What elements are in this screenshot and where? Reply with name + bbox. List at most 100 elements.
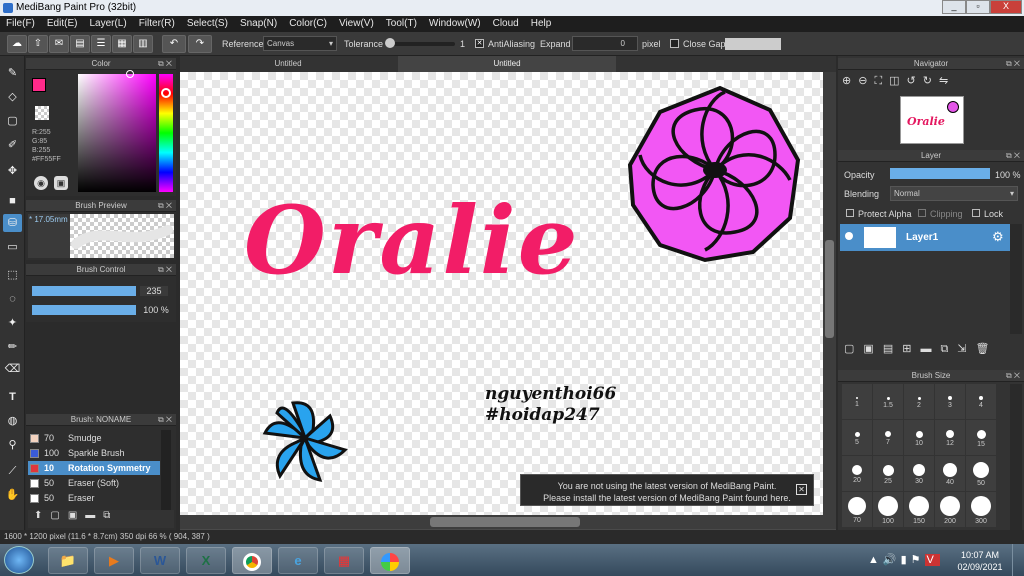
- layer-scrollbar[interactable]: [1010, 224, 1022, 334]
- tab-untitled-2[interactable]: Untitled: [398, 56, 616, 72]
- comment-icon[interactable]: ✉: [49, 35, 69, 53]
- zoom-out-icon[interactable]: ⊖: [858, 75, 874, 87]
- new-halftone-layer-icon[interactable]: ▣: [863, 343, 882, 355]
- add-brush-icon[interactable]: ⬆: [34, 510, 50, 521]
- reference-select[interactable]: Canvas ▾: [263, 36, 337, 51]
- brush-size-cell[interactable]: 7: [873, 420, 903, 455]
- palette-settings-icon[interactable]: ▣: [54, 176, 68, 190]
- brush-size-cell[interactable]: 2: [904, 384, 934, 419]
- brush-list-item[interactable]: 100 Sparkle Brush: [28, 446, 160, 460]
- brush-size-cell[interactable]: 12: [935, 420, 965, 455]
- sheet-icon[interactable]: ▥: [133, 35, 153, 53]
- ie-icon[interactable]: e: [278, 547, 318, 574]
- eye-icon[interactable]: [845, 232, 853, 240]
- brush-tool-icon[interactable]: ✎: [3, 64, 22, 82]
- tolerance-slider[interactable]: [385, 42, 455, 46]
- drawing-canvas[interactable]: Oralie nguyenthoi66 #hoidap247: [180, 72, 823, 515]
- menu-view[interactable]: View(V): [333, 16, 380, 32]
- brush-size-cell[interactable]: 40: [935, 456, 965, 491]
- rotate-left-icon[interactable]: ↺: [907, 75, 923, 87]
- brush-list-item[interactable]: 70 Smudge: [28, 431, 160, 445]
- protect-alpha-checkbox[interactable]: [846, 209, 854, 217]
- panel-close-icon[interactable]: ⧉ ✕: [158, 414, 172, 426]
- grid-icon[interactable]: ▦: [112, 35, 132, 53]
- tab-untitled-1[interactable]: Untitled: [180, 56, 396, 72]
- panel-close-icon[interactable]: ⧉ ✕: [158, 200, 172, 212]
- menu-file[interactable]: File(F): [0, 16, 41, 32]
- dropper-icon[interactable]: ⟋: [3, 462, 22, 480]
- text-tool-icon[interactable]: T: [3, 388, 22, 406]
- clock[interactable]: 10:07 AM 02/09/2021: [955, 549, 1005, 573]
- clipping-checkbox[interactable]: [918, 209, 926, 217]
- menu-cloud[interactable]: Cloud: [487, 16, 525, 32]
- eyedropper-icon[interactable]: ⚲: [3, 436, 22, 454]
- new-brush-icon[interactable]: ▢: [50, 510, 67, 521]
- start-button[interactable]: [4, 546, 34, 574]
- palette-icon[interactable]: ◉: [34, 176, 48, 190]
- minimize-button[interactable]: _: [942, 0, 966, 14]
- menu-tool[interactable]: Tool(T): [380, 16, 423, 32]
- menu-layer[interactable]: Layer(L): [83, 16, 132, 32]
- brush-size-cell[interactable]: 1: [842, 384, 872, 419]
- brush-list-scrollbar[interactable]: [161, 430, 171, 510]
- lasso-tool-icon[interactable]: ◌: [3, 290, 22, 308]
- brush-size-cell[interactable]: 4: [966, 384, 996, 419]
- merge-layer-icon[interactable]: ⇲: [957, 343, 975, 355]
- new-layer-icon[interactable]: ▢: [844, 343, 863, 355]
- menu-filter[interactable]: Filter(R): [133, 16, 181, 32]
- brush-list-item[interactable]: 50 Eraser: [28, 491, 160, 505]
- fill-rect-icon[interactable]: ■: [3, 192, 22, 210]
- menu-snap[interactable]: Snap(N): [234, 16, 283, 32]
- medibang-icon[interactable]: [370, 547, 410, 574]
- brush-size-slider[interactable]: [32, 286, 136, 296]
- network-icon[interactable]: ▮: [901, 554, 911, 566]
- document-icon[interactable]: ▤: [70, 35, 90, 53]
- brush-size-cell[interactable]: 70: [842, 492, 872, 527]
- select-pen-icon[interactable]: ✏: [3, 338, 22, 356]
- notice-close-icon[interactable]: ✕: [796, 484, 807, 495]
- upload-icon[interactable]: ⇧: [28, 35, 48, 53]
- transparent-color-swatch[interactable]: [35, 106, 49, 120]
- brush-size-cell[interactable]: 1.5: [873, 384, 903, 419]
- tolerance-slider-handle[interactable]: [385, 38, 395, 48]
- volume-icon[interactable]: 🔊: [883, 554, 901, 566]
- brush-size-cell[interactable]: 3: [935, 384, 965, 419]
- brush-size-cell[interactable]: 150: [904, 492, 934, 527]
- explorer-icon[interactable]: 📁: [48, 547, 88, 574]
- word-icon[interactable]: W: [140, 547, 180, 574]
- menu-help[interactable]: Help: [525, 16, 558, 32]
- vertical-scrollbar-thumb[interactable]: [825, 240, 834, 338]
- undo-icon[interactable]: ↶: [162, 35, 186, 53]
- layer-opacity-slider[interactable]: [890, 168, 990, 179]
- brush-size-cell[interactable]: 15: [966, 420, 996, 455]
- layer-row[interactable]: Layer1 ⚙: [840, 224, 1010, 251]
- saturation-value-picker[interactable]: [78, 74, 156, 192]
- brush-size-cell[interactable]: 10: [904, 420, 934, 455]
- panel-close-icon[interactable]: ⧉ ✕: [1006, 150, 1020, 162]
- flag-icon[interactable]: ⚑: [911, 554, 925, 566]
- horizontal-scrollbar-thumb[interactable]: [430, 517, 580, 527]
- brush-size-cell[interactable]: 5: [842, 420, 872, 455]
- maximize-button[interactable]: ▫: [966, 0, 990, 14]
- close-gaps-slider[interactable]: [725, 38, 781, 50]
- cloud-icon[interactable]: ☁: [7, 35, 27, 53]
- menu-edit[interactable]: Edit(E): [41, 16, 84, 32]
- menu-window[interactable]: Window(W): [423, 16, 487, 32]
- gradient-tool-icon[interactable]: ▭: [3, 238, 22, 256]
- magic-wand-icon[interactable]: ✦: [3, 314, 22, 332]
- excel-icon[interactable]: X: [186, 547, 226, 574]
- brush-opacity-slider[interactable]: [32, 305, 136, 315]
- eraser-tool-icon[interactable]: ◇: [3, 88, 22, 106]
- folder-icon[interactable]: ▬: [85, 510, 103, 521]
- panel-close-icon[interactable]: ⧉ ✕: [158, 58, 172, 70]
- pen-icon[interactable]: ✐: [3, 136, 22, 154]
- shape-tool-icon[interactable]: ◍: [3, 412, 22, 430]
- show-desktop-button[interactable]: [1012, 544, 1024, 576]
- select-tool-icon[interactable]: ⬚: [3, 266, 22, 284]
- panel-close-icon[interactable]: ⧉ ✕: [1006, 58, 1020, 70]
- brush-list-item[interactable]: 50 Eraser (Soft): [28, 476, 160, 490]
- panel-close-icon[interactable]: ⧉ ✕: [158, 264, 172, 276]
- brush-size-cell[interactable]: 100: [873, 492, 903, 527]
- actual-size-icon[interactable]: ◫: [889, 75, 906, 87]
- close-button[interactable]: X: [990, 0, 1022, 14]
